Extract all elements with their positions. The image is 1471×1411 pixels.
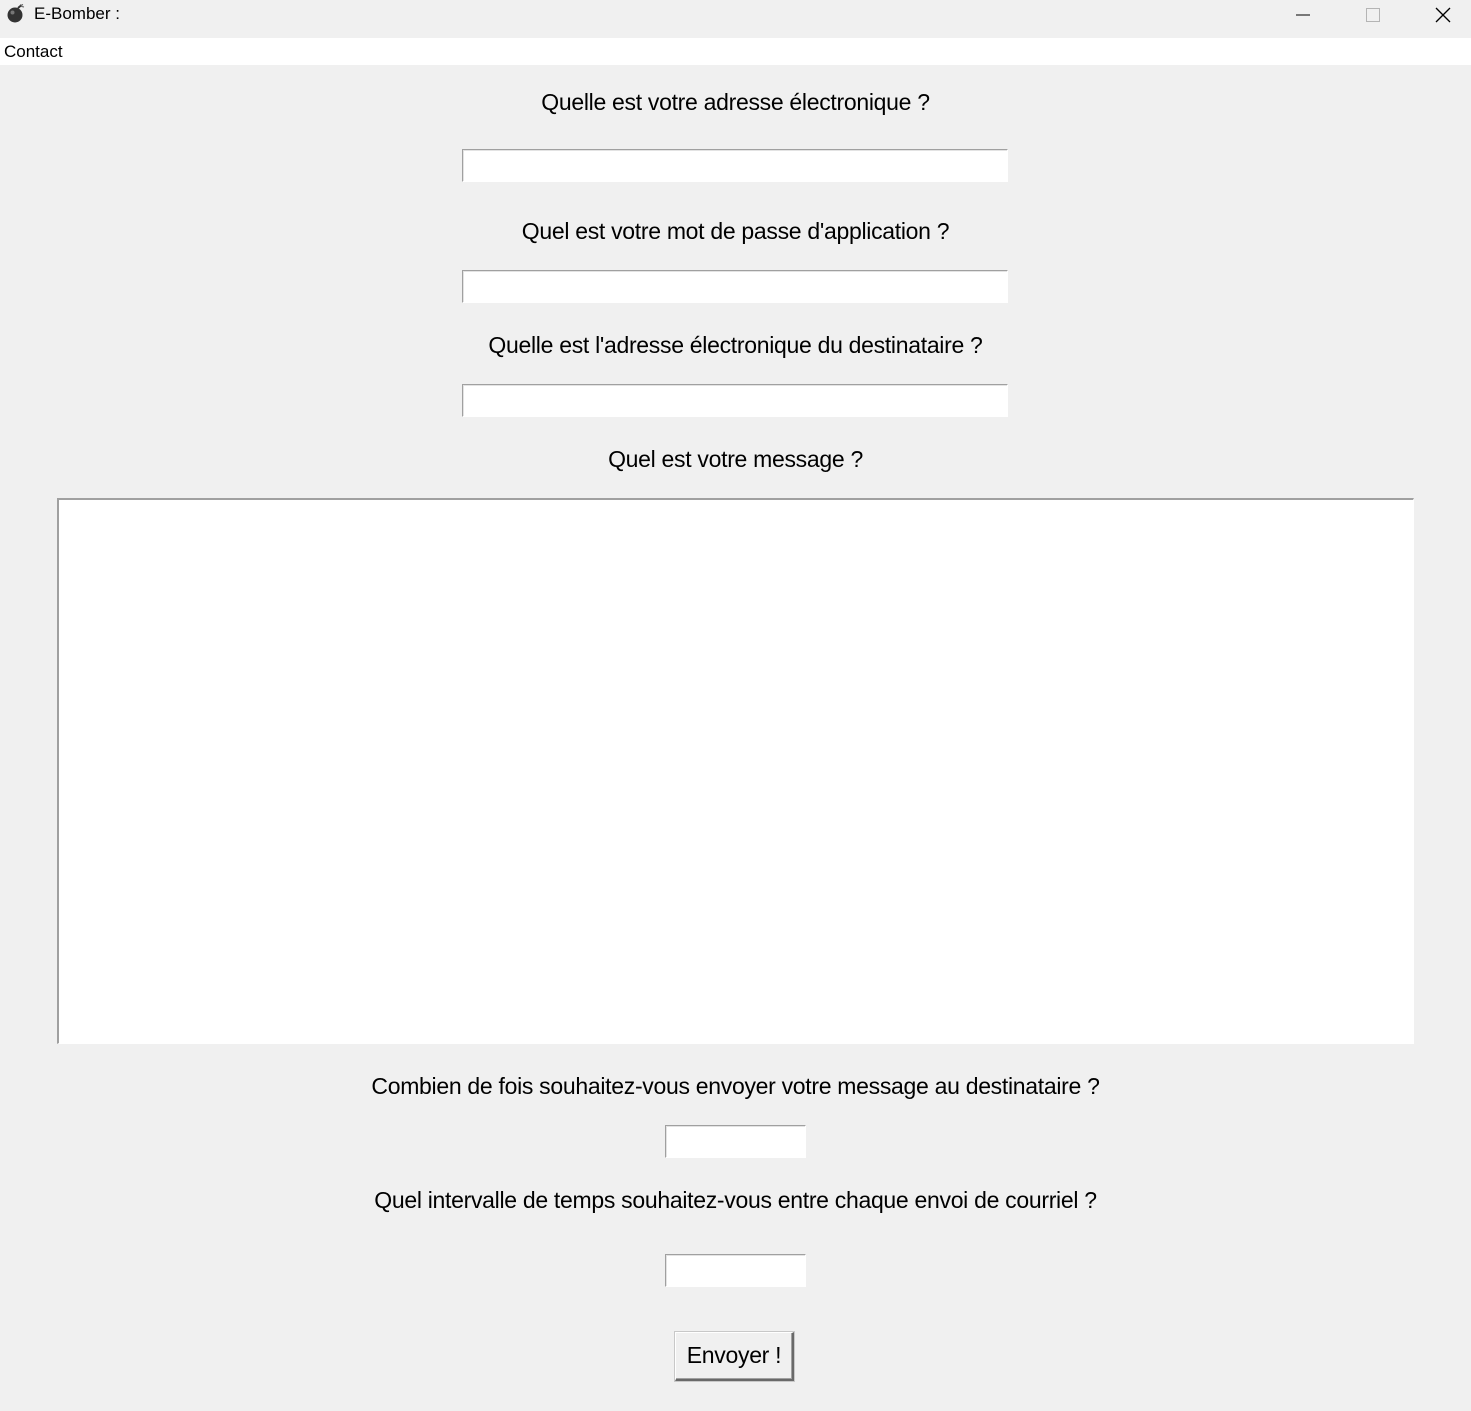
sender-email-label: Quelle est votre adresse électronique ? — [541, 89, 930, 115]
minimize-button[interactable] — [1268, 0, 1338, 30]
window-title: E-Bomber : — [34, 4, 120, 23]
title-bar[interactable]: E-Bomber : — [0, 0, 1471, 30]
minimize-icon — [1296, 14, 1310, 16]
close-icon — [1435, 7, 1451, 23]
send-count-label: Combien de fois souhaitez-vous envoyer v… — [371, 1073, 1100, 1099]
sender-email-input[interactable] — [462, 149, 1008, 182]
bomb-icon — [6, 3, 26, 24]
message-label: Quel est votre message ? — [608, 446, 863, 472]
recipient-email-input[interactable] — [462, 384, 1008, 417]
send-button[interactable]: Envoyer ! — [675, 1332, 794, 1381]
app-password-label: Quel est votre mot de passe d'applicatio… — [521, 218, 950, 244]
send-count-input[interactable] — [665, 1125, 806, 1158]
message-textarea[interactable] — [57, 498, 1414, 1044]
menu-item-contact[interactable]: Contact — [4, 41, 63, 63]
close-button[interactable] — [1408, 0, 1471, 30]
menu-bar: Contact — [0, 38, 1471, 65]
interval-label: Quel intervalle de temps souhaitez-vous … — [374, 1187, 1097, 1213]
maximize-button[interactable] — [1338, 0, 1408, 30]
app-window: E-Bomber : Contact Quelle est votre adre… — [0, 0, 1471, 1411]
interval-input[interactable] — [665, 1254, 806, 1287]
maximize-icon — [1366, 8, 1380, 22]
app-password-input[interactable] — [462, 270, 1008, 303]
recipient-email-label: Quelle est l'adresse électronique du des… — [488, 332, 983, 358]
